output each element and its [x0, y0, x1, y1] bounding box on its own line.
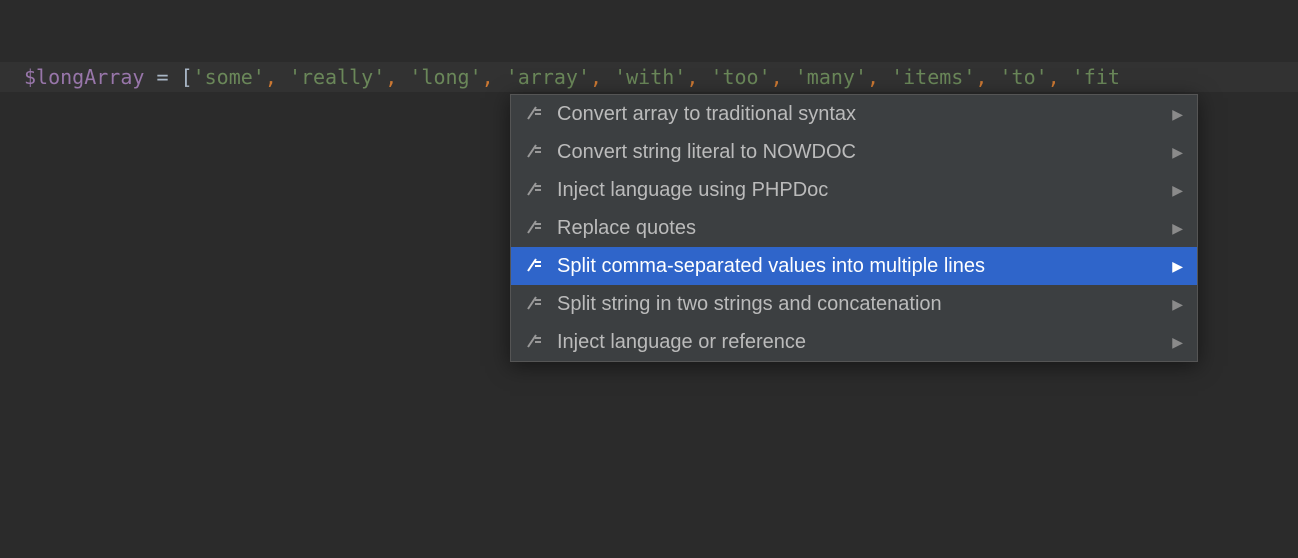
code-string: 'fit	[1072, 65, 1120, 89]
code-comma: ,	[265, 65, 277, 89]
editor-top-gap	[0, 0, 1298, 62]
submenu-arrow-icon: ▶	[1172, 296, 1183, 313]
intention-bulb-icon	[525, 104, 545, 124]
menu-item-convert-nowdoc[interactable]: Convert string literal to NOWDOC ▶	[511, 133, 1197, 171]
submenu-arrow-icon: ▶	[1172, 106, 1183, 123]
menu-item-convert-array[interactable]: Convert array to traditional syntax ▶	[511, 95, 1197, 133]
menu-item-split-string[interactable]: Split string in two strings and concaten…	[511, 285, 1197, 323]
menu-item-label: Split string in two strings and concaten…	[557, 293, 1162, 316]
code-comma: ,	[867, 65, 879, 89]
submenu-arrow-icon: ▶	[1172, 182, 1183, 199]
code-string: 'with'	[614, 65, 686, 89]
intention-bulb-icon	[525, 180, 545, 200]
menu-item-label: Convert string literal to NOWDOC	[557, 141, 1162, 164]
code-comma: ,	[482, 65, 494, 89]
menu-item-label: Inject language or reference	[557, 331, 1162, 354]
code-string: 'items'	[891, 65, 975, 89]
menu-item-inject-reference[interactable]: Inject language or reference ▶	[511, 323, 1197, 361]
intention-bulb-icon	[525, 142, 545, 162]
code-string: 'too'	[710, 65, 770, 89]
code-comma: ,	[975, 65, 987, 89]
submenu-arrow-icon: ▶	[1172, 144, 1183, 161]
intention-bulb-icon	[525, 256, 545, 276]
code-open-bracket: [	[181, 65, 193, 89]
code-comma: ,	[771, 65, 783, 89]
code-comma: ,	[1048, 65, 1060, 89]
code-string: 'many'	[795, 65, 867, 89]
code-string: 'really'	[289, 65, 385, 89]
code-string: 'array'	[506, 65, 590, 89]
code-comma: ,	[590, 65, 602, 89]
intention-bulb-icon	[525, 294, 545, 314]
intention-bulb-icon	[525, 332, 545, 352]
menu-item-label: Split comma-separated values into multip…	[557, 255, 1162, 278]
code-comma: ,	[385, 65, 397, 89]
code-string: 'to'	[999, 65, 1047, 89]
code-comma: ,	[686, 65, 698, 89]
code-line[interactable]: $longArray = ['some', 'really', 'long', …	[0, 62, 1298, 92]
menu-item-label: Convert array to traditional syntax	[557, 103, 1162, 126]
code-string: 'long'	[409, 65, 481, 89]
code-variable: $longArray	[24, 65, 144, 89]
code-equals: =	[144, 65, 180, 89]
submenu-arrow-icon: ▶	[1172, 334, 1183, 351]
menu-item-split-comma[interactable]: Split comma-separated values into multip…	[511, 247, 1197, 285]
menu-item-inject-phpdoc[interactable]: Inject language using PHPDoc ▶	[511, 171, 1197, 209]
menu-item-label: Replace quotes	[557, 217, 1162, 240]
submenu-arrow-icon: ▶	[1172, 220, 1183, 237]
menu-item-label: Inject language using PHPDoc	[557, 179, 1162, 202]
intention-actions-menu: Convert array to traditional syntax ▶ Co…	[510, 94, 1198, 362]
submenu-arrow-icon: ▶	[1172, 258, 1183, 275]
intention-bulb-icon	[525, 218, 545, 238]
menu-item-replace-quotes[interactable]: Replace quotes ▶	[511, 209, 1197, 247]
code-string: 'some'	[193, 65, 265, 89]
